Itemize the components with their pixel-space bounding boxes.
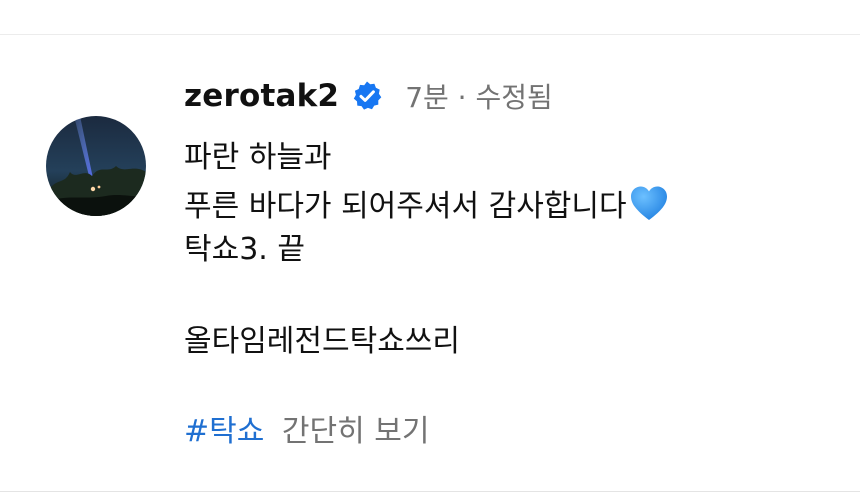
comment-header: zerotak2 7분 · 수정됨 bbox=[184, 74, 553, 118]
timestamp: 7분 bbox=[405, 81, 449, 114]
comment-line-3: 탁쇼3. 끝 bbox=[184, 232, 305, 267]
edited-label: 수정됨 bbox=[475, 81, 553, 114]
avatar[interactable] bbox=[46, 116, 146, 216]
comment-line-2-text: 푸른 바다가 되어주셔서 감사합니다 bbox=[184, 189, 627, 224]
comment-line-4: 올타임레전드탁쇼쓰리 bbox=[184, 324, 460, 359]
username-link[interactable]: zerotak2 bbox=[184, 78, 339, 114]
meta-separator: · bbox=[457, 81, 467, 114]
comment-line-1: 파란 하늘과 bbox=[184, 140, 332, 175]
comment-footer: #탁쇼 간단히 보기 bbox=[184, 410, 429, 454]
verified-badge-icon bbox=[351, 80, 383, 112]
blue-heart-icon bbox=[629, 184, 669, 224]
hashtag-link[interactable]: #탁쇼 bbox=[184, 414, 264, 449]
collapse-button[interactable]: 간단히 보기 bbox=[282, 414, 430, 449]
comment-meta: 7분 · 수정됨 bbox=[405, 76, 553, 116]
bottom-divider bbox=[0, 491, 860, 492]
top-divider bbox=[0, 34, 860, 35]
comment-line-2: 푸른 바다가 되어주셔서 감사합니다 bbox=[184, 184, 669, 229]
